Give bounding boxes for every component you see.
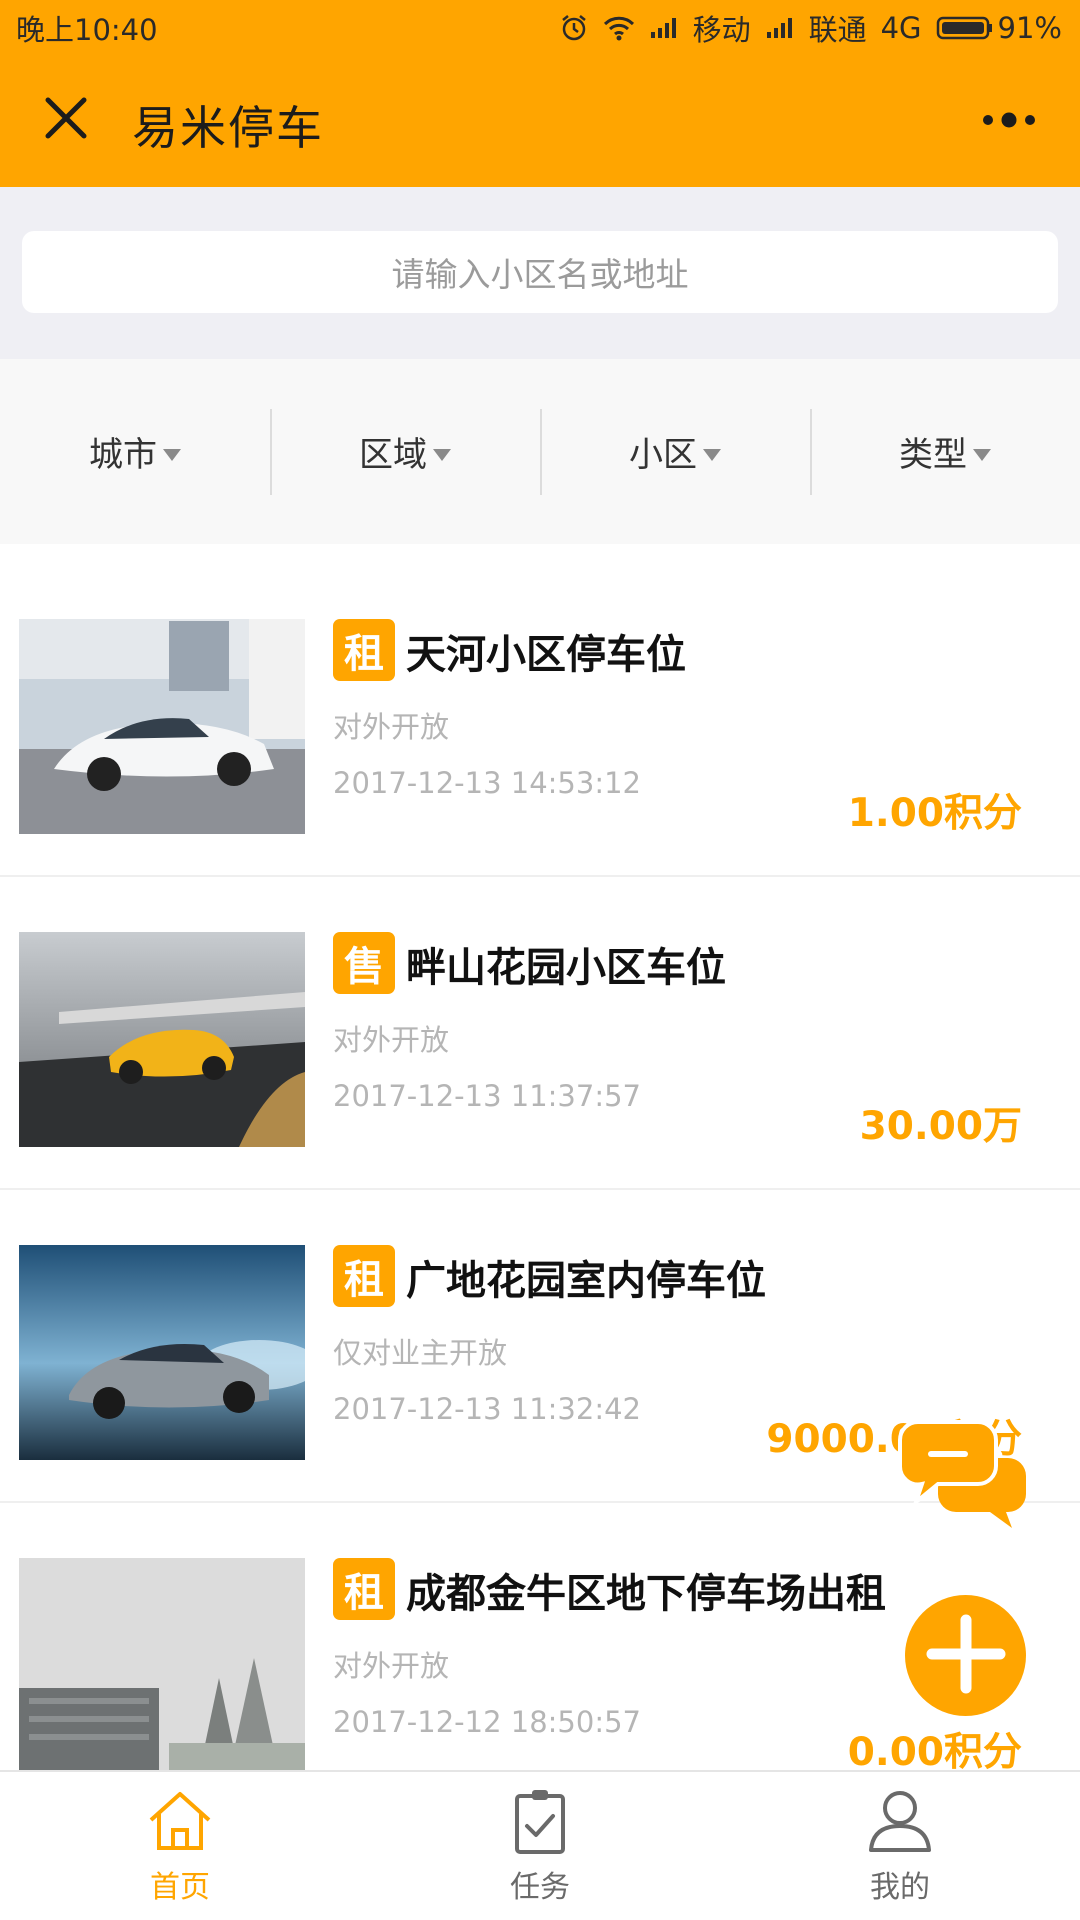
listing-time: 2017-12-13 11:37:57 [333, 1079, 641, 1113]
search-placeholder: 请输入小区名或地址 [391, 255, 689, 294]
plus-icon [926, 1614, 1006, 1698]
nav-bar: 易米停车 [0, 56, 1080, 187]
listing-access: 对外开放 [333, 710, 450, 744]
app-screen: 晚上10:40 移动 联通 4G 91% 易米停车 请输入小区名或地址 城市 区… [0, 0, 1080, 1920]
listing-title: 广地花园室内停车位 [406, 1258, 766, 1304]
listing-time: 2017-12-12 18:50:57 [333, 1705, 641, 1739]
chat-button[interactable] [897, 1418, 1028, 1530]
carrier-1: 移动 [692, 13, 751, 47]
tab-label: 我的 [870, 1870, 930, 1905]
caret-down-icon [433, 448, 451, 461]
network-type: 4G [880, 11, 922, 45]
signal-icon [765, 16, 795, 40]
car-photo [19, 932, 305, 1147]
close-icon [44, 96, 88, 144]
tab-label: 任务 [510, 1870, 570, 1905]
user-icon [865, 1788, 935, 1858]
wifi-icon [603, 15, 635, 41]
alarm-icon [559, 13, 589, 43]
listing-price: 30.00万 [859, 1104, 1022, 1149]
caret-down-icon [703, 448, 721, 461]
more-button[interactable] [972, 100, 1046, 144]
filter-bar: 城市 区域 小区 类型 [0, 359, 1080, 544]
car-photo [19, 1245, 305, 1460]
listing-price: 1.00积分 [847, 791, 1022, 836]
filter-city[interactable]: 城市 [0, 409, 270, 495]
home-icon [145, 1788, 215, 1858]
battery-icon [936, 15, 994, 41]
listing-access: 对外开放 [333, 1649, 450, 1683]
listing-title: 成都金牛区地下停车场出租 [406, 1571, 886, 1617]
type-badge: 租 [333, 619, 395, 681]
type-badge: 租 [333, 1558, 395, 1620]
listing-title: 畔山花园小区车位 [406, 945, 726, 991]
listing-item[interactable]: 售 畔山花园小区车位 对外开放 2017-12-13 11:37:57 30.0… [0, 877, 1080, 1190]
close-button[interactable] [36, 90, 96, 150]
filter-community[interactable]: 小区 [540, 408, 810, 495]
filter-type[interactable]: 类型 [810, 408, 1080, 495]
caret-down-icon [973, 448, 991, 461]
type-badge: 售 [333, 932, 395, 994]
tab-label: 首页 [150, 1870, 210, 1905]
more-icon [981, 110, 1037, 134]
search-input[interactable]: 请输入小区名或地址 [22, 231, 1058, 313]
listing-title: 天河小区停车位 [406, 632, 686, 678]
filter-district[interactable]: 区域 [270, 408, 540, 495]
status-bar: 晚上10:40 移动 联通 4G 91% [0, 0, 1080, 56]
battery-percent: 91% [997, 11, 1062, 45]
page-title: 易米停车 [132, 101, 324, 155]
listing-price: 0.00积分 [847, 1730, 1022, 1775]
tab-profile[interactable]: 我的 [720, 1772, 1080, 1920]
search-area: 请输入小区名或地址 [0, 187, 1080, 359]
parking-lot-photo [19, 1558, 305, 1773]
listing-time: 2017-12-13 11:32:42 [333, 1392, 641, 1426]
filter-label: 城市 [89, 435, 157, 475]
listing-access: 仅对业主开放 [333, 1336, 508, 1370]
battery-indicator: 91% [936, 11, 1062, 45]
signal-icon [649, 16, 679, 40]
tab-bar: 首页 任务 我的 [0, 1770, 1080, 1920]
type-badge: 租 [333, 1245, 395, 1307]
caret-down-icon [163, 448, 181, 461]
clipboard-icon [505, 1788, 575, 1858]
chat-icon [897, 1420, 1028, 1534]
tab-tasks[interactable]: 任务 [360, 1772, 720, 1920]
listing-time: 2017-12-13 14:53:12 [333, 766, 641, 800]
filter-label: 区域 [359, 435, 427, 475]
filter-label: 小区 [629, 435, 697, 475]
status-time: 晚上10:40 [16, 13, 158, 47]
listing-access: 对外开放 [333, 1023, 450, 1057]
filter-label: 类型 [899, 435, 967, 475]
listing-item[interactable]: 租 天河小区停车位 对外开放 2017-12-13 14:53:12 1.00积… [0, 564, 1080, 877]
carrier-2: 联通 [808, 13, 867, 47]
tab-home[interactable]: 首页 [0, 1772, 360, 1920]
car-photo [19, 619, 305, 834]
add-listing-button[interactable] [905, 1595, 1026, 1716]
